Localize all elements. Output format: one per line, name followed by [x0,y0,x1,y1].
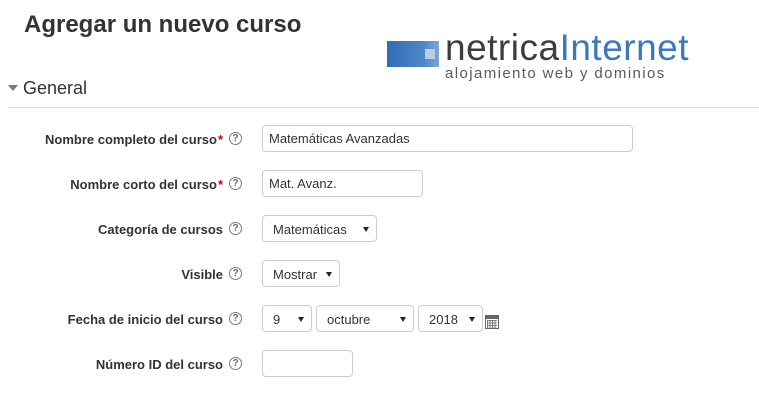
dropdown-arrow-icon [298,317,304,322]
section-general-header[interactable]: General [8,77,759,108]
logo-word-part2: Internet [559,27,690,68]
calendar-icon[interactable] [485,315,499,329]
startdate-day-select[interactable]: 9 [262,305,312,332]
dropdown-arrow-icon [469,317,475,322]
visible-label: Visible [181,267,223,282]
caret-down-icon[interactable] [8,85,18,91]
help-icon[interactable]: ? [229,267,242,280]
dropdown-arrow-icon [363,227,369,232]
dropdown-arrow-icon [326,272,332,277]
help-icon[interactable]: ? [229,357,242,370]
row-shortname: Nombre corto del curso* ? [0,170,759,200]
section-title[interactable]: General [23,77,87,99]
row-visible: Visible ? Mostrar [0,260,759,290]
page: Agregar un nuevo curso netricaInternet a… [0,0,759,394]
shortname-input[interactable] [262,170,423,197]
help-icon[interactable]: ? [229,132,242,145]
row-fullname: Nombre completo del curso* ? [0,125,759,155]
startdate-month-select[interactable]: octubre [316,305,414,332]
row-idnumber: Número ID del curso ? [0,350,759,380]
help-icon[interactable]: ? [229,177,242,190]
page-title: Agregar un nuevo curso [24,11,302,38]
help-icon[interactable]: ? [229,312,242,325]
shortname-label: Nombre corto del curso* [70,177,223,192]
fullname-label: Nombre completo del curso* [45,132,223,147]
idnumber-label: Número ID del curso [95,357,223,372]
required-marker: * [217,132,223,147]
logo-mark [387,41,439,67]
logo-wordmark: netricaInternet [445,28,689,68]
year-selected-value: 2018 [429,312,458,327]
dropdown-arrow-icon [400,317,406,322]
category-label: Categoría de cursos [98,222,223,237]
startdate-year-select[interactable]: 2018 [418,305,483,332]
idnumber-input[interactable] [262,350,353,377]
month-selected-value: octubre [327,312,371,327]
visible-selected-value: Mostrar [273,267,318,282]
day-selected-value: 9 [273,312,281,327]
startdate-label: Fecha de inicio del curso [67,312,223,327]
row-startdate: Fecha de inicio del curso ? 9 octubre 20… [0,305,759,335]
category-select[interactable]: Matemáticas [262,215,377,242]
required-marker: * [217,177,223,192]
logo-word-part1: netrica [445,27,560,68]
visible-select[interactable]: Mostrar [262,260,340,287]
category-selected-value: Matemáticas [273,222,347,237]
help-icon[interactable]: ? [229,222,242,235]
row-category: Categoría de cursos ? Matemáticas [0,215,759,245]
fullname-input[interactable] [262,125,633,152]
